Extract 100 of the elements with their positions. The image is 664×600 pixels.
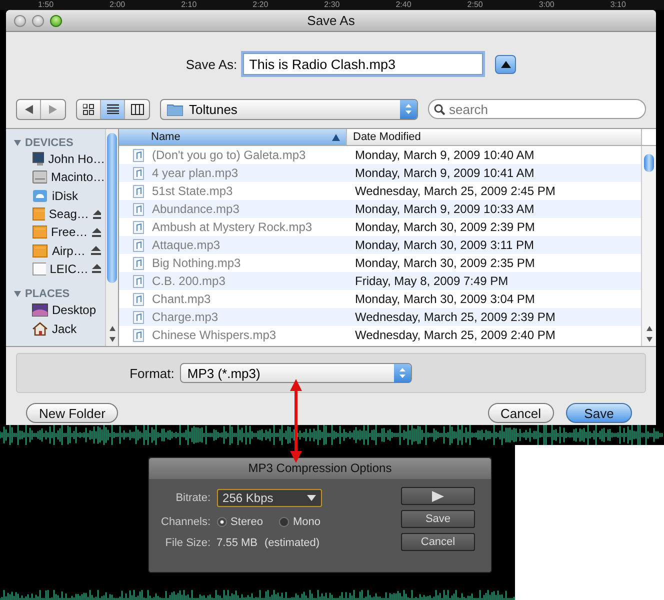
time-label: 2:20 — [252, 0, 268, 10]
file-date: Wednesday, March 25, 2009 2:39 PM — [354, 310, 556, 324]
stepper-arrows-icon — [405, 103, 412, 115]
sidebar-item[interactable]: Desktop — [52, 303, 96, 318]
time-label: 2:30 — [324, 0, 340, 10]
channel-radio[interactable]: Mono — [278, 516, 320, 528]
sidebar-item[interactable]: iDisk — [52, 188, 78, 203]
folder-dropdown[interactable]: Toltunes — [160, 98, 418, 120]
sidebar-item[interactable]: Macinto… — [50, 170, 105, 184]
time-label: 3:10 — [610, 0, 626, 10]
eject-icon[interactable] — [91, 246, 101, 256]
file-date: Friday, May 8, 2009 7:49 PM — [354, 274, 510, 288]
sidebar-item[interactable]: Seag… — [48, 207, 89, 222]
format-dropdown[interactable]: MP3 (*.mp3) — [180, 363, 412, 383]
sort-arrow-icon — [332, 134, 340, 140]
music-file-icon — [133, 310, 144, 324]
sidebar-item[interactable]: Airp… — [52, 244, 86, 258]
scroll-arrows-icon[interactable] — [646, 324, 652, 344]
sidebar-item[interactable]: LEIC… — [50, 262, 88, 276]
music-file-icon — [133, 220, 144, 234]
music-file-icon — [133, 148, 144, 162]
file-date: Wednesday, March 25, 2009 2:40 PM — [354, 328, 556, 342]
file-name: Abundance.mp3 — [152, 202, 240, 216]
play-icon — [432, 490, 444, 502]
column-header[interactable]: Name — [119, 129, 347, 145]
music-file-icon — [133, 328, 144, 342]
scrollbar[interactable] — [105, 129, 118, 346]
file-name: C.B. 200.mp3 — [152, 274, 226, 288]
search-field[interactable]: search — [428, 99, 646, 119]
house-icon — [32, 322, 48, 336]
sidebar-item[interactable]: Jack — [52, 322, 77, 336]
file-date: Monday, March 9, 2009 10:33 AM — [354, 202, 536, 216]
music-file-icon — [133, 274, 144, 288]
file-name: Charge.mp3 — [152, 310, 218, 324]
dialog-button[interactable]: New Folder — [26, 403, 118, 423]
list-icon — [106, 104, 118, 114]
collapse-button[interactable] — [495, 54, 516, 74]
file-name: Chinese Whispers.mp3 — [152, 328, 276, 342]
scroll-thumb[interactable] — [107, 133, 117, 283]
file-name: Chant.mp3 — [152, 292, 211, 306]
play-button[interactable] — [401, 487, 475, 505]
sidebar-item[interactable]: Free… — [50, 225, 88, 240]
music-file-icon — [133, 292, 144, 306]
folder-icon — [167, 102, 183, 116]
stepper-arrows-icon — [399, 367, 406, 379]
scroll-arrows-icon[interactable] — [108, 324, 116, 344]
dialog-button[interactable]: Save — [401, 510, 475, 528]
time-label: 2:40 — [396, 0, 412, 10]
time-label: 2:10 — [181, 0, 197, 10]
music-file-icon — [133, 238, 144, 252]
zoom-button[interactable] — [50, 14, 62, 26]
close-button[interactable] — [14, 14, 26, 26]
dialog-button[interactable]: Cancel — [401, 533, 475, 551]
window-title: Save As — [307, 13, 355, 28]
up-triangle-icon — [500, 60, 511, 68]
dialog-title: MP3 Compression Options — [149, 458, 491, 479]
list-view-button[interactable] — [101, 100, 125, 118]
columns-icon — [130, 104, 144, 114]
time-label: 2:00 — [110, 0, 126, 10]
channel-radio[interactable]: Stereo — [216, 516, 263, 528]
format-label: Format: — [130, 366, 174, 380]
sidebar-item[interactable]: John Ho… — [48, 152, 105, 166]
file-size-label: File Size: — [164, 537, 211, 550]
eject-icon[interactable] — [92, 210, 101, 219]
music-file-icon — [133, 256, 144, 270]
file-name: Big Nothing.mp3 — [152, 256, 241, 270]
bitrate-label: Bitrate: — [174, 492, 211, 504]
file-date: Monday, March 30, 2009 2:35 PM — [354, 256, 536, 270]
dialog-button[interactable]: Save — [566, 403, 632, 423]
time-label: 3:00 — [538, 0, 554, 10]
scrollbar[interactable] — [641, 146, 656, 346]
minimize-button[interactable] — [32, 14, 44, 26]
column-header[interactable]: Date Modified — [347, 129, 642, 145]
left-triangle-icon — [24, 104, 32, 114]
file-date: Monday, March 30, 2009 2:39 PM — [354, 220, 536, 234]
caret-icon — [306, 494, 316, 501]
file-date: Monday, March 9, 2009 10:40 AM — [354, 148, 536, 162]
eject-icon[interactable] — [92, 228, 101, 237]
scroll-thumb[interactable] — [644, 154, 654, 172]
bitrate-dropdown[interactable]: 256 Kbps — [216, 488, 322, 507]
file-size-value: 7.55 MB — [216, 537, 258, 550]
eject-icon[interactable] — [92, 264, 101, 274]
filename-field[interactable]: This is Radio Clash.mp3 — [243, 53, 484, 75]
time-label: 2:50 — [467, 0, 483, 10]
sidebar-section-header[interactable]: PLACES — [6, 286, 105, 302]
file-date: Monday, March 30, 2009 3:04 PM — [354, 292, 536, 306]
music-file-icon — [133, 184, 144, 198]
sidebar-section-header[interactable]: DEVICES — [6, 135, 105, 150]
file-date: Wednesday, March 25, 2009 2:45 PM — [354, 184, 556, 198]
desktop-icon — [32, 303, 48, 318]
external-drive-icon — [32, 244, 48, 258]
file-name: 51st State.mp3 — [152, 184, 233, 198]
time-label: 1:50 — [38, 0, 54, 10]
save-as-label: Save As: — [186, 56, 238, 72]
music-file-icon — [133, 166, 144, 180]
dialog-button[interactable]: Cancel — [488, 403, 554, 423]
file-name: Attaque.mp3 — [152, 238, 220, 252]
channels-label: Channels: — [161, 516, 211, 528]
estimate-note: (estimated) — [264, 537, 320, 550]
external-drive-icon — [32, 207, 45, 222]
